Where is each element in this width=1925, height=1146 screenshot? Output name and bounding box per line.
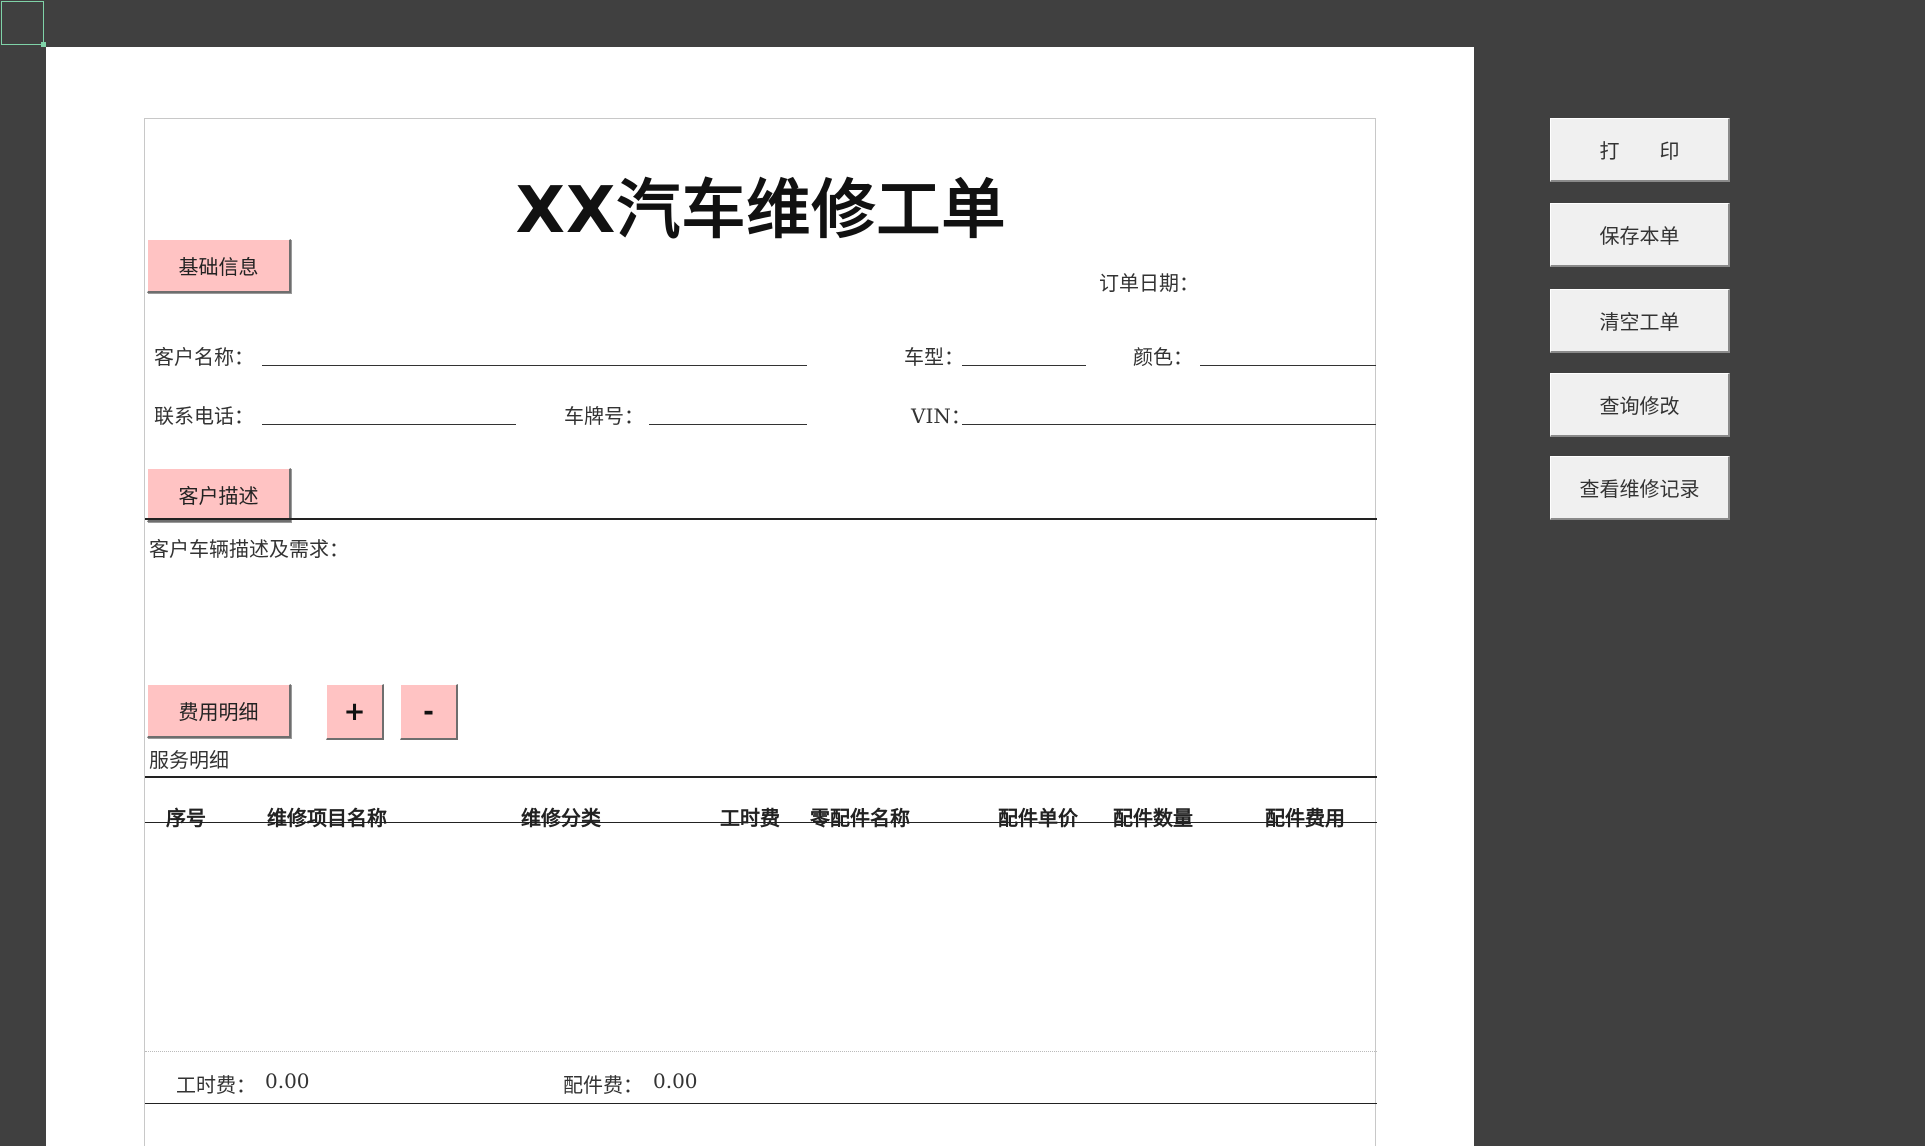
col-header-index: 序号 xyxy=(166,806,206,830)
page-title: XX汽车维修工单 xyxy=(515,174,1007,248)
customer-desc-button[interactable]: 客户描述 xyxy=(147,468,291,522)
car-model-field[interactable] xyxy=(962,365,1086,366)
car-model-label: 车型： xyxy=(904,345,964,369)
col-header-part-qty: 配件数量 xyxy=(1113,806,1193,830)
color-label: 颜色： xyxy=(1133,345,1193,369)
clear-order-button[interactable]: 清空工单 xyxy=(1550,289,1730,353)
labor-fee-label: 工时费： xyxy=(176,1073,256,1097)
phone-field[interactable] xyxy=(262,424,516,425)
customer-name-field[interactable] xyxy=(262,365,807,366)
desc-prompt-label: 客户车辆描述及需求： xyxy=(149,537,349,561)
basic-info-button[interactable]: 基础信息 xyxy=(147,239,291,293)
print-button[interactable]: 打 印 xyxy=(1550,118,1730,182)
plate-label: 车牌号： xyxy=(564,404,644,428)
service-detail-label: 服务明细 xyxy=(149,748,229,772)
parts-fee-label: 配件费： xyxy=(563,1073,643,1097)
view-records-button[interactable]: 查看维修记录 xyxy=(1550,456,1730,520)
selected-cell[interactable] xyxy=(1,1,44,45)
customer-name-label: 客户名称： xyxy=(154,345,254,369)
phone-label: 联系电话： xyxy=(154,404,254,428)
query-edit-button[interactable]: 查询修改 xyxy=(1550,373,1730,437)
totals-border xyxy=(145,1103,1377,1104)
col-header-labor-fee: 工时费 xyxy=(720,806,780,830)
plate-field[interactable] xyxy=(649,424,807,425)
add-row-button[interactable]: + xyxy=(326,684,384,740)
table-header-border xyxy=(145,822,1377,823)
color-field[interactable] xyxy=(1200,365,1376,366)
save-order-button[interactable]: 保存本单 xyxy=(1550,203,1730,267)
divider xyxy=(145,518,1377,520)
order-date-label: 订单日期： xyxy=(1099,271,1199,295)
table-top-border xyxy=(145,776,1377,778)
table-bottom-border xyxy=(145,1051,1377,1052)
col-header-item-name: 维修项目名称 xyxy=(267,806,387,830)
cost-detail-button[interactable]: 费用明细 xyxy=(147,684,291,738)
worksheet-page: XX汽车维修工单 基础信息 订单日期： 客户名称： 车型： 颜色： 联系电话： … xyxy=(46,47,1474,1146)
remove-row-button[interactable]: - xyxy=(400,684,458,740)
parts-fee-value: 0.00 xyxy=(653,1069,698,1093)
repair-order-form: XX汽车维修工单 基础信息 订单日期： 客户名称： 车型： 颜色： 联系电话： … xyxy=(144,118,1377,1146)
col-header-part-cost: 配件费用 xyxy=(1265,806,1345,830)
vin-field[interactable] xyxy=(962,424,1376,425)
col-header-part-price: 配件单价 xyxy=(998,806,1078,830)
labor-fee-value: 0.00 xyxy=(265,1069,310,1093)
col-header-category: 维修分类 xyxy=(521,806,601,830)
col-header-part-name: 零配件名称 xyxy=(810,806,910,830)
